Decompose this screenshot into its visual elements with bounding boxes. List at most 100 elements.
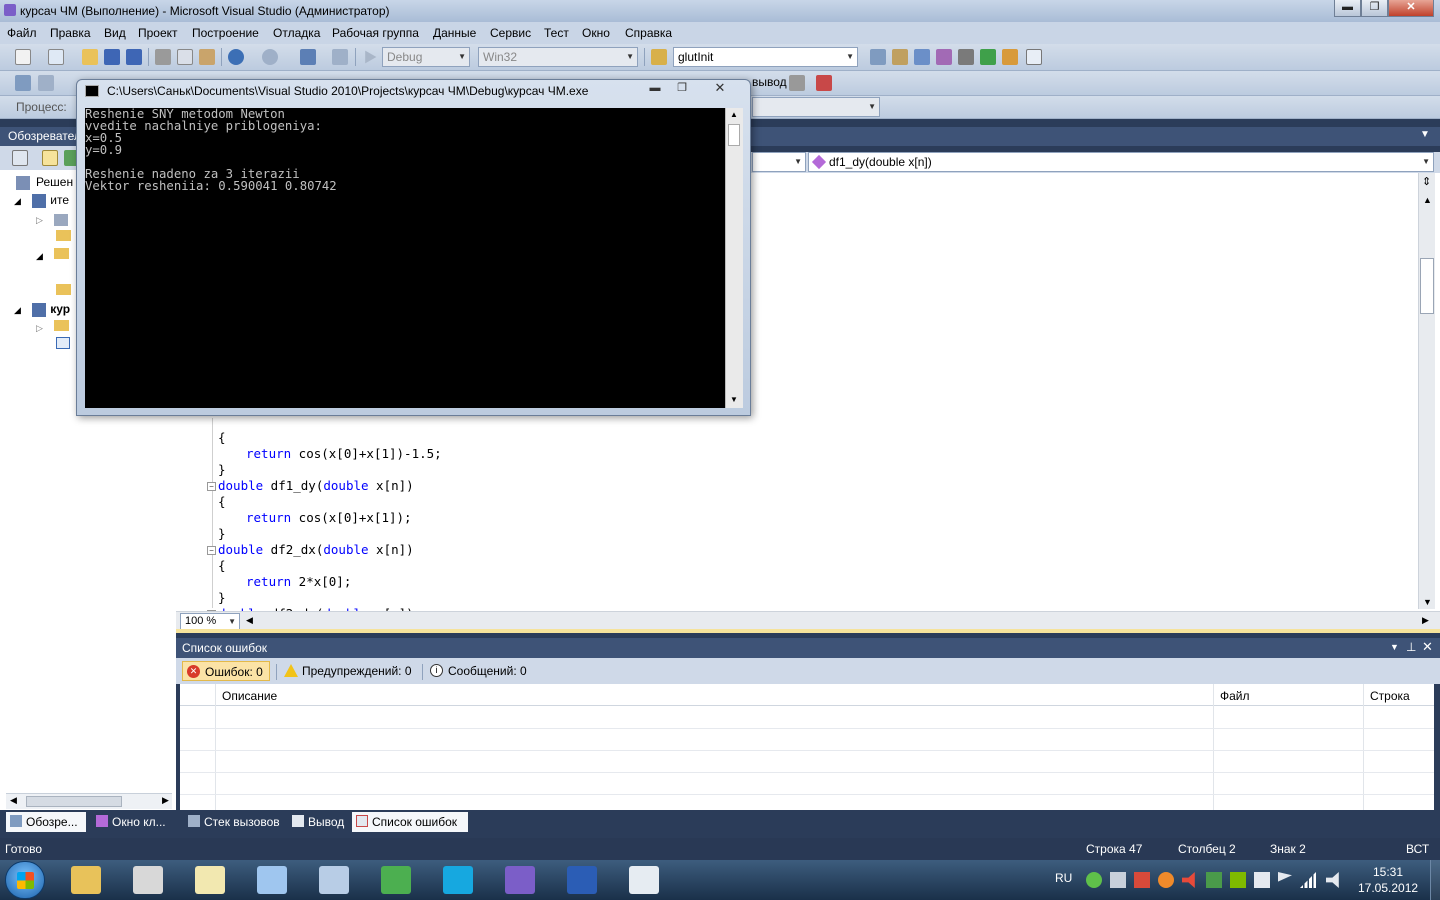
save-all-icon[interactable] bbox=[126, 49, 142, 65]
volume-icon[interactable] bbox=[1326, 872, 1339, 888]
scroll-up-icon[interactable]: ▲ bbox=[730, 110, 738, 119]
find-in-files-icon[interactable] bbox=[651, 49, 667, 65]
menu-file[interactable]: Файл bbox=[7, 26, 37, 40]
taskbar-app-chrome[interactable] bbox=[370, 862, 422, 898]
class-scope-select[interactable]: ▼ bbox=[752, 152, 806, 172]
tree-node-references[interactable]: ▷ bbox=[36, 212, 69, 226]
start-page-icon[interactable] bbox=[980, 49, 996, 65]
action-center-flag-icon[interactable] bbox=[1278, 872, 1292, 882]
code-line[interactable]: { bbox=[218, 494, 226, 509]
member-select[interactable]: df1_dy(double x[n]) ▼ bbox=[808, 152, 1434, 172]
debug-window-icon[interactable] bbox=[15, 75, 31, 91]
taskbar-app-visual-studio[interactable] bbox=[494, 862, 546, 898]
show-all-files-icon[interactable] bbox=[42, 150, 58, 166]
code-line[interactable]: { bbox=[218, 558, 226, 573]
collapse-region-icon[interactable]: − bbox=[207, 482, 216, 491]
scroll-right-icon[interactable]: ▶ bbox=[162, 795, 169, 806]
new-project-icon[interactable] bbox=[15, 49, 31, 65]
tray-nvidia-icon[interactable] bbox=[1230, 872, 1246, 888]
menu-edit[interactable]: Правка bbox=[50, 26, 91, 40]
menu-debug[interactable]: Отладка bbox=[273, 26, 320, 40]
column-line[interactable]: Строка bbox=[1370, 689, 1410, 703]
console-maximize-button[interactable]: ❐ bbox=[669, 80, 695, 98]
editor-splitter[interactable] bbox=[176, 629, 1440, 633]
find-combo[interactable]: glutInit ▼ bbox=[673, 47, 858, 67]
code-line[interactable]: return 2*x[0]; bbox=[246, 574, 351, 589]
scroll-thumb[interactable] bbox=[1420, 258, 1434, 314]
start-debugging-icon[interactable] bbox=[365, 50, 377, 64]
code-line[interactable]: } bbox=[218, 462, 226, 477]
tab-solution-explorer[interactable]: Обозре... bbox=[6, 812, 86, 832]
column-description[interactable]: Описание bbox=[222, 689, 277, 703]
scroll-down-icon[interactable]: ▼ bbox=[730, 395, 738, 404]
scroll-left-icon[interactable]: ◀ bbox=[246, 615, 253, 626]
taskbar-app-calculator[interactable] bbox=[308, 862, 360, 898]
clock-date[interactable]: 17.05.2012 bbox=[1358, 881, 1418, 895]
menu-project[interactable]: Проект bbox=[138, 26, 178, 40]
show-desktop-button[interactable] bbox=[1430, 860, 1440, 900]
open-file-icon[interactable] bbox=[82, 49, 98, 65]
taskbar-app-folder[interactable] bbox=[60, 862, 112, 898]
console-close-button[interactable]: ✕ bbox=[699, 80, 741, 98]
paste-icon[interactable] bbox=[199, 49, 215, 65]
scroll-thumb[interactable] bbox=[26, 796, 122, 807]
language-indicator[interactable]: RU bbox=[1055, 871, 1072, 885]
code-line[interactable]: { bbox=[218, 430, 226, 445]
console-window[interactable]: C:\Users\Саньк\Documents\Visual Studio 2… bbox=[76, 79, 751, 416]
scroll-right-icon[interactable]: ▶ bbox=[1422, 615, 1429, 626]
debug-tool-icon[interactable] bbox=[789, 75, 805, 91]
solution-explorer-hscroll[interactable]: ◀ ▶ bbox=[6, 793, 172, 809]
taskbar-app-word[interactable] bbox=[556, 862, 608, 898]
save-icon[interactable] bbox=[104, 49, 120, 65]
menu-view[interactable]: Вид bbox=[104, 26, 126, 40]
messages-filter-button[interactable]: i Сообщений: 0 bbox=[426, 661, 533, 681]
properties-icon[interactable] bbox=[892, 49, 908, 65]
menu-test[interactable]: Тест bbox=[544, 26, 569, 40]
tray-green-icon[interactable] bbox=[1086, 872, 1102, 888]
zoom-select[interactable]: 100 % ▼ bbox=[180, 613, 240, 630]
scroll-left-icon[interactable]: ◀ bbox=[10, 795, 17, 806]
code-line[interactable]: return cos(x[0]+x[1]); bbox=[246, 510, 412, 525]
chevron-down-icon[interactable]: ▼ bbox=[1420, 129, 1430, 140]
tree-folder-2[interactable]: ◢ bbox=[36, 248, 70, 262]
console-output[interactable]: Reshenie SNY metodom Newton vvedite nach… bbox=[85, 108, 725, 408]
tab-error-list[interactable]: Список ошибок bbox=[352, 812, 468, 832]
pin-icon[interactable]: ⊥ bbox=[1406, 640, 1416, 654]
thread-select[interactable]: ▼ bbox=[752, 97, 880, 117]
close-button[interactable]: ✕ bbox=[1388, 0, 1434, 17]
column-file[interactable]: Файл bbox=[1220, 689, 1250, 703]
cut-icon[interactable] bbox=[155, 49, 171, 65]
navigate-backward-icon[interactable] bbox=[300, 49, 316, 65]
add-item-icon[interactable] bbox=[48, 49, 64, 65]
menu-help[interactable]: Справка bbox=[625, 26, 672, 40]
menu-data[interactable]: Данные bbox=[433, 26, 476, 40]
maximize-button[interactable]: ❐ bbox=[1361, 0, 1388, 17]
tree-project-1[interactable]: ◢ ите bbox=[14, 193, 69, 208]
undo-icon[interactable] bbox=[228, 49, 244, 65]
code-line[interactable]: double df1_dy(double x[n]) bbox=[218, 478, 414, 493]
breakpoint-icon[interactable] bbox=[816, 75, 832, 91]
scroll-thumb[interactable] bbox=[728, 124, 740, 146]
errors-filter-button[interactable]: ✕ Ошибок: 0 bbox=[182, 661, 270, 681]
menu-window[interactable]: Окно bbox=[582, 26, 610, 40]
code-line[interactable]: double df2_dx(double x[n]) bbox=[218, 542, 414, 557]
tray-audio-alert-icon[interactable] bbox=[1182, 872, 1195, 888]
extension-manager-icon[interactable] bbox=[1002, 49, 1018, 65]
solution-explorer-icon[interactable] bbox=[870, 49, 886, 65]
start-button[interactable] bbox=[5, 861, 45, 899]
tray-orange-icon[interactable] bbox=[1158, 872, 1174, 888]
tab-call-stack[interactable]: Стек вызовов bbox=[184, 812, 284, 832]
tree-folder-1[interactable] bbox=[56, 230, 71, 244]
taskbar-app-paint[interactable] bbox=[246, 862, 298, 898]
splitter-icon[interactable]: ⇕ bbox=[1422, 175, 1431, 188]
step-icon[interactable] bbox=[38, 75, 54, 91]
code-line[interactable]: } bbox=[218, 590, 226, 605]
scroll-up-icon[interactable]: ▲ bbox=[1423, 195, 1432, 205]
minimize-button[interactable]: ▬ bbox=[1334, 0, 1361, 17]
taskbar-app-alien[interactable] bbox=[122, 862, 174, 898]
tab-output[interactable]: Вывод bbox=[288, 812, 348, 832]
scroll-down-icon[interactable]: ▼ bbox=[1423, 597, 1432, 607]
tree-folder-4[interactable]: ▷ bbox=[36, 320, 70, 334]
console-minimize-button[interactable]: ▬ bbox=[642, 80, 668, 98]
close-icon[interactable]: ✕ bbox=[1422, 639, 1433, 655]
